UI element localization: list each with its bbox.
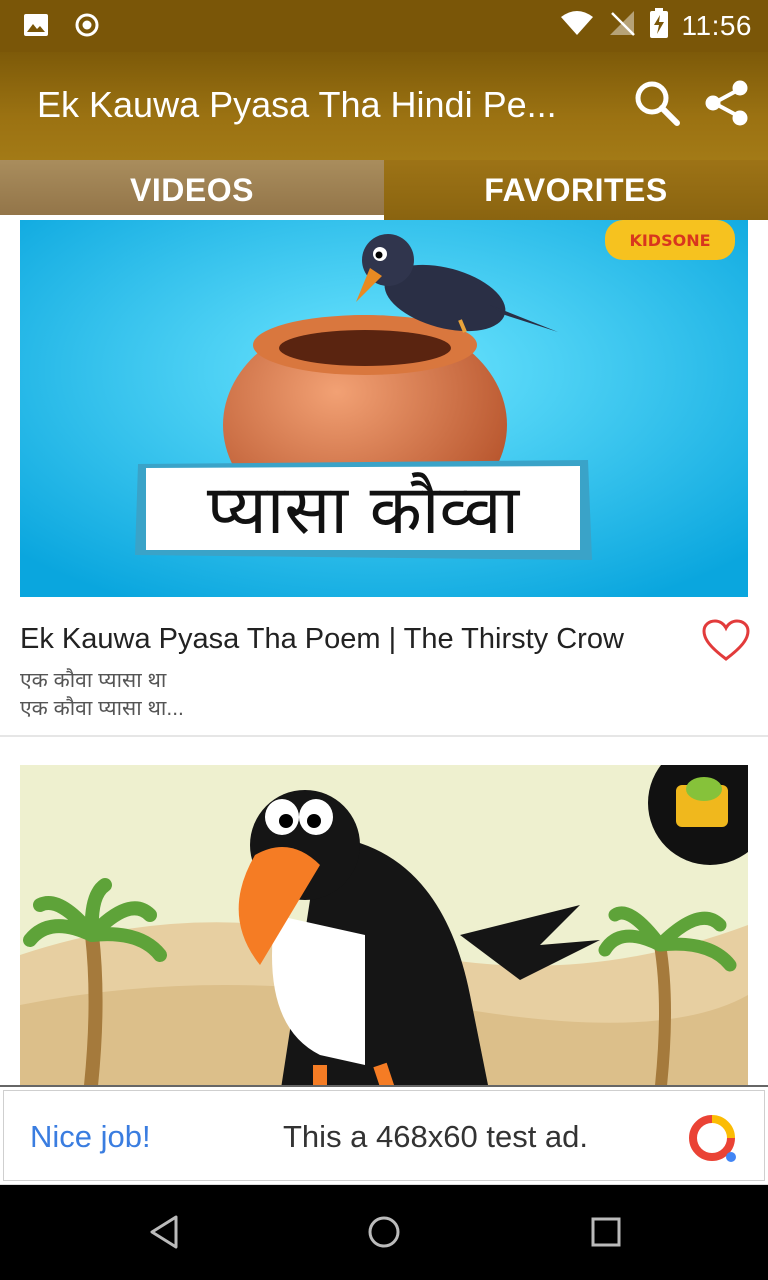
tab-favorites-label: FAVORITES [484, 171, 668, 208]
search-icon[interactable] [632, 78, 682, 133]
video-list[interactable]: KIDSONE प्यासा कौव्वा Ek Kauwa Pyasa Tha… [0, 220, 768, 1085]
recents-icon[interactable] [588, 1213, 624, 1256]
ad-banner[interactable]: Nice job! This a 468x60 test ad. [0, 1085, 768, 1185]
tab-videos[interactable]: VIDEOS [0, 160, 384, 220]
record-icon [74, 12, 100, 43]
favorite-heart-icon[interactable] [702, 619, 750, 663]
tab-bar: VIDEOS FAVORITES [0, 160, 768, 220]
tab-videos-label: VIDEOS [130, 171, 254, 208]
video-description-line: एक कौवा प्यासा था [20, 669, 167, 692]
status-time: 11:56 [681, 9, 752, 41]
signal-off-icon [608, 9, 636, 42]
video-title[interactable]: Ek Kauwa Pyasa Tha Poem | The Thirsty Cr… [20, 623, 624, 656]
navigation-bar [0, 1185, 768, 1280]
video-thumbnail[interactable]: KIDSONE प्यासा कौव्वा [20, 220, 748, 597]
status-bar: 11:56 [0, 0, 768, 52]
share-icon[interactable] [702, 78, 752, 133]
admob-logo-icon [686, 1113, 738, 1163]
battery-charging-icon [649, 8, 668, 43]
video-card[interactable]: Ek Kauwa Pyasa Tha Poem | The Thirsty Cr… [0, 597, 768, 737]
image-icon [22, 11, 50, 44]
wifi-icon [560, 9, 594, 42]
kidsone-badge: KIDSONE [629, 231, 710, 250]
ad-headline[interactable]: Nice job! [30, 1119, 151, 1155]
ad-text[interactable]: This a 468x60 test ad. [283, 1119, 588, 1155]
thumbnail-hindi-title: प्यासा कौव्वा [207, 471, 521, 550]
video-description-line: एक कौवा प्यासा था... [20, 697, 184, 720]
divider [0, 735, 768, 737]
video-description: एक कौवा प्यासा था एक कौवा प्यासा था... [20, 667, 184, 723]
video-thumbnail[interactable] [20, 765, 748, 1085]
home-icon[interactable] [366, 1213, 402, 1256]
app-title: Ek Kauwa Pyasa Tha Hindi Pe... [37, 84, 557, 125]
app-bar: Ek Kauwa Pyasa Tha Hindi Pe... [0, 52, 768, 160]
tab-favorites[interactable]: FAVORITES [384, 160, 768, 220]
back-icon[interactable] [146, 1213, 182, 1256]
